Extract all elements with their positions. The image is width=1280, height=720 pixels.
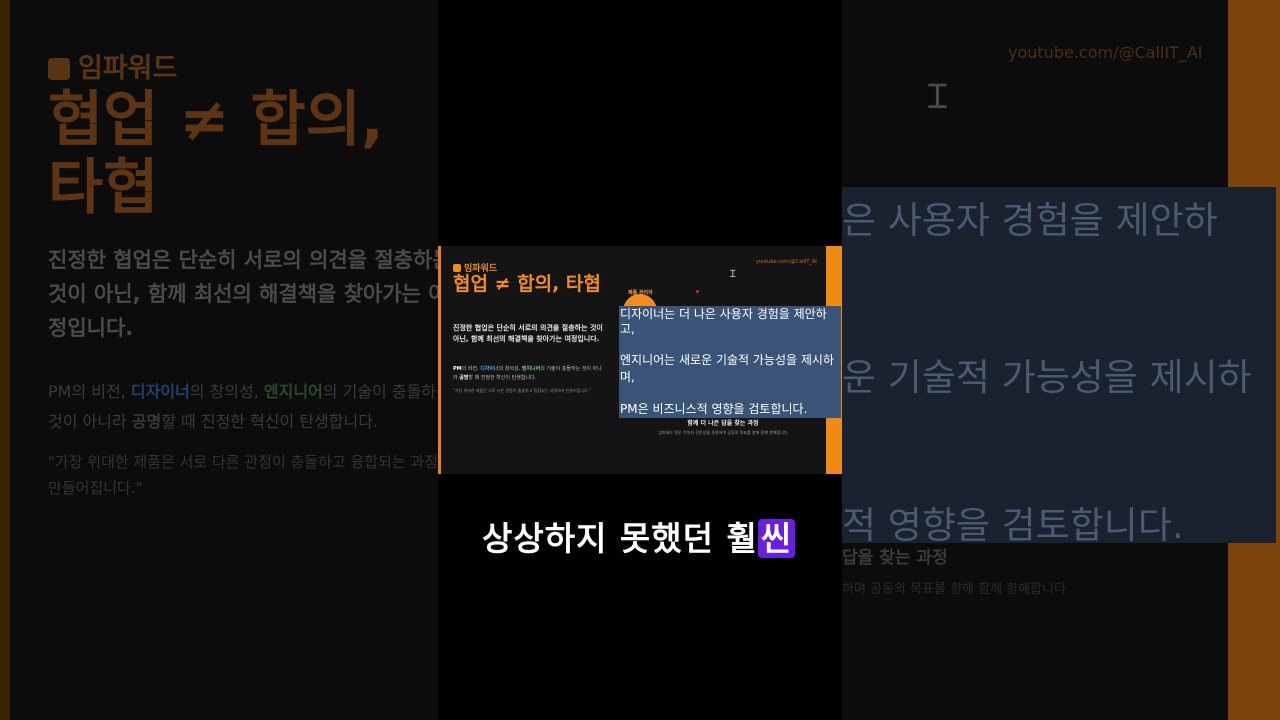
slide-detail: PM의 비전, 디자이너의 창의성, 엔지니어의 기술이 충돌하는 것이 아니라… (453, 366, 602, 381)
slide-left-accent (438, 246, 441, 474)
background-intro: 진정한 협업은 단순히 서로의 의견을 절충하는 것이 아닌, 함께 최선의 해… (48, 248, 448, 340)
text-cursor-icon: Ɪ (928, 77, 947, 117)
circle-label: 제품 관리자 (628, 290, 653, 296)
selected-line[interactable]: 디자이너는 더 나은 사용자 경험을 제안하 (620, 307, 827, 322)
background-subtext: 하며 공동의 목표를 향해 함께 항해합니다 (842, 582, 1066, 597)
background-subtitle: 답을 찾는 과정 (842, 548, 948, 568)
cube-icon (453, 264, 461, 272)
slide-intro: 진정한 협업은 단순히 서로의 의견을 절충하는 것이 아닌, 함께 최선의 해… (453, 324, 603, 343)
cube-icon (48, 58, 70, 80)
background-selected-text-3: 적 영향을 검토합니다. (842, 504, 1184, 547)
text-cursor-icon: Ɪ (730, 269, 736, 280)
slide-subtitle: 함께 더 나은 답을 찾는 과정 (687, 420, 759, 427)
slide-subtext: 임파워드 팀은 각자의 전문성을 존중하며 공동의 목표를 향해 함께 항해합니… (658, 430, 788, 435)
background-detail: PM의 비전, 디자이너의 창의성, 엔지니어의 기술이 충돌하는 것이 아니라… (48, 382, 448, 431)
background-brand: 임파워드 (48, 46, 177, 85)
background-left-bar (0, 0, 10, 720)
slide-title: 협업 ≠ 합의, 타협 (453, 273, 601, 295)
background-selected-text-2: 운 기술적 가능성을 제시하 (842, 356, 1252, 399)
red-dot (696, 290, 699, 293)
background-title: 협업 ≠ 합의, 타협 (48, 85, 384, 223)
slide-url: youtube.com/@CallIT_AI (756, 259, 817, 265)
selected-line[interactable]: 엔지니어는 새로운 기술적 가능성을 제시하 (620, 353, 834, 368)
caption-highlight: 씬 (757, 519, 796, 558)
selected-line[interactable]: 고, (620, 322, 635, 337)
selected-line[interactable]: 며, (620, 370, 635, 385)
background-url: youtube.com/@CallIT_AI (1008, 43, 1203, 62)
slide-quote: "가장 위대한 제품은 서로 다른 관점이 충돌하고 융합되는 과정에서 만들어… (453, 388, 591, 393)
presentation-slide: 임파워드 youtube.com/@CallIT_AI 협업 ≠ 합의, 타협 … (438, 246, 842, 474)
selected-line[interactable]: PM은 비즈니스적 영향을 검토합니다. (620, 402, 807, 417)
background-quote: "가장 위대한 제품은 서로 다른 관점이 충돌하고 융합되는 과정에서 만들어… (48, 453, 448, 497)
background-selected-text-1: 은 사용자 경험을 제안하 (842, 199, 1218, 242)
video-caption: 상상하지 못했던 훨씬 (482, 514, 796, 564)
